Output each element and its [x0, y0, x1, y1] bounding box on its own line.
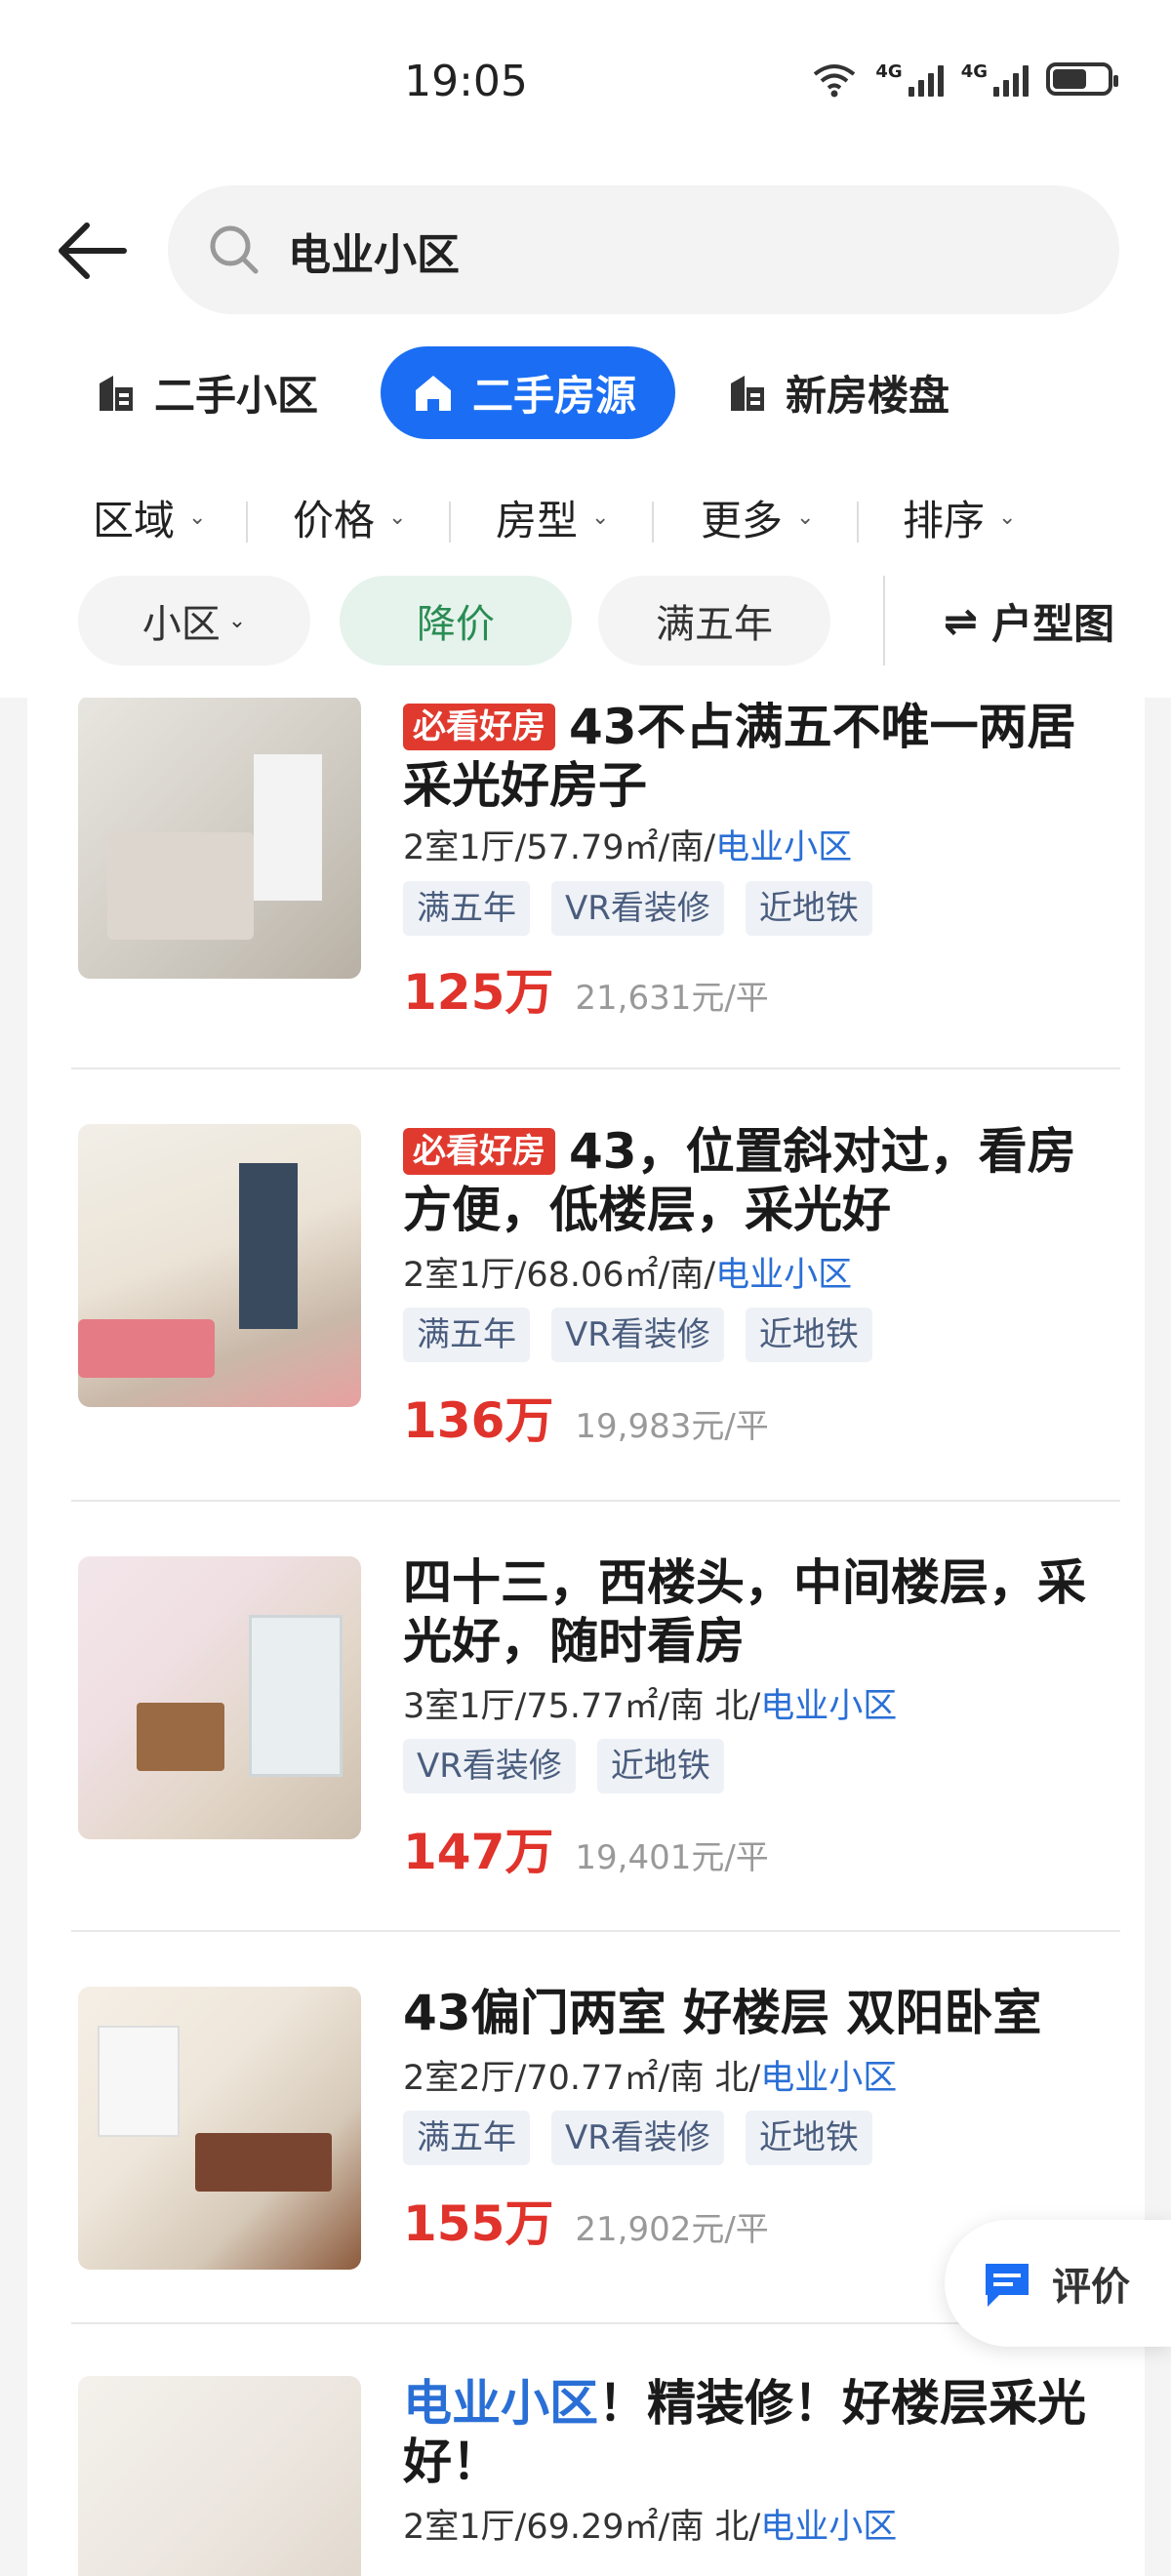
listing-price: 136万 19,983元/平: [403, 1382, 769, 1452]
listing-title: 四十三，西楼头，中间楼层，采光好，随时看房: [403, 1554, 1086, 1670]
signal-icon: 4G: [961, 61, 1029, 97]
unit-price: 21,631元/平: [575, 979, 769, 1018]
chip-xiaoqu[interactable]: 小区 ⌄: [78, 576, 310, 665]
chip-five-years[interactable]: 满五年: [598, 576, 830, 665]
divider: [246, 502, 248, 543]
listing-title: 43偏门两室 好楼层 双阳卧室: [403, 1985, 1042, 2041]
tag: 满五年: [403, 881, 530, 936]
status-bar: 19:05 4G 4G: [0, 0, 1171, 166]
filter-layout[interactable]: 房型 ⌄: [496, 488, 609, 547]
community-link[interactable]: 电业小区: [760, 2508, 897, 2547]
search-bar[interactable]: 电业小区: [168, 185, 1119, 314]
total-price: 136万: [403, 1392, 554, 1449]
floorplan-toggle[interactable]: ⇌ 户型图: [883, 576, 1171, 665]
total-price: 155万: [403, 2195, 554, 2252]
tag: VR看装修: [551, 2111, 724, 2165]
tag: 近地铁: [745, 881, 872, 936]
tag: 近地铁: [745, 2111, 872, 2165]
listing-photo: [78, 1124, 361, 1407]
community-link[interactable]: 电业小区: [760, 1687, 897, 1726]
chip-price-drop[interactable]: 降价: [340, 576, 572, 665]
status-time: 19:05: [404, 57, 528, 106]
tag: 满五年: [403, 1308, 530, 1362]
listing-photo: [78, 2376, 361, 2576]
tag: 近地铁: [745, 1308, 872, 1362]
chevron-down-icon: ⌄: [188, 505, 207, 530]
unit-price: 19,983元/平: [575, 1407, 769, 1446]
community-link[interactable]: 电业小区: [760, 2059, 897, 2098]
filter-more[interactable]: 更多 ⌄: [701, 488, 814, 547]
battery-icon: [1046, 62, 1118, 96]
listing-photo: [78, 1987, 361, 2270]
tab-xinfang-loupan[interactable]: 新房楼盘: [727, 346, 949, 439]
badge-must-see: 必看好房: [403, 704, 555, 750]
chevron-down-icon: ⌄: [998, 505, 1017, 530]
listing-title: 必看好房 43不占满五不唯一两居采光好房子: [403, 699, 1076, 814]
back-arrow-icon[interactable]: [54, 217, 132, 285]
total-price: 147万: [403, 1824, 554, 1880]
listing-price: 125万 21,631元/平: [403, 953, 769, 1024]
tab-label: 新房楼盘: [786, 372, 950, 420]
tab-ershou-xiaoqu[interactable]: 二手小区: [96, 346, 318, 439]
listing-tags: 满五年 VR看装修 近地铁: [403, 1308, 872, 1362]
review-button[interactable]: 评价: [945, 2220, 1171, 2347]
listing-photo: [78, 1556, 361, 1839]
tag: 近地铁: [596, 1739, 724, 1793]
tag: VR看装修: [403, 1739, 576, 1793]
filter-bar: 区域 ⌄ 价格 ⌄ 房型 ⌄ 更多 ⌄ 排序 ⌄: [0, 488, 1171, 556]
listing-tags: 满五年 VR看装修 近地铁: [403, 2111, 872, 2165]
divider: [857, 502, 859, 543]
listing-meta: 2室1厅/57.79㎡/南/电业小区: [403, 828, 853, 867]
listing-meta: 2室1厅/69.29㎡/南 北/电业小区: [403, 2508, 898, 2547]
chevron-down-icon: ⌄: [227, 608, 247, 633]
filter-sort[interactable]: 排序 ⌄: [903, 488, 1016, 547]
status-icons: 4G 4G: [811, 60, 1118, 98]
listing-tags: 满五年 VR看装修 近地铁: [403, 881, 872, 936]
unit-price: 19,401元/平: [575, 1838, 769, 1877]
badge-must-see: 必看好房: [403, 1128, 555, 1175]
building-icon: [100, 375, 133, 411]
search-icon: [210, 225, 259, 274]
listing-title: 必看好房 43，位置斜对过，看房方便，低楼层，采光好: [403, 1123, 1076, 1238]
building-icon: [731, 375, 764, 411]
listing-title: 电业小区！精装修！好楼层采光好！: [403, 2375, 1086, 2490]
tag: VR看装修: [551, 1308, 724, 1362]
tag: 满五年: [403, 2111, 530, 2165]
house-icon: [416, 375, 451, 411]
header-panel: 19:05 4G 4G 电业小区 二手小区 二手房源 新房楼盘 区域 ⌄ 价格 …: [0, 0, 1171, 698]
listing-photo: [78, 698, 361, 979]
total-price: 125万: [403, 964, 554, 1021]
signal-icon: 4G: [875, 61, 944, 97]
unit-price: 21,902元/平: [575, 2210, 769, 2249]
comment-icon: [986, 2264, 1029, 2307]
divider: [71, 1067, 1120, 1069]
listing-price: 147万 19,401元/平: [403, 1813, 769, 1883]
search-query[interactable]: 电业小区: [288, 220, 460, 282]
tab-label: 二手小区: [154, 372, 319, 420]
filter-region[interactable]: 区域 ⌄: [93, 488, 206, 547]
divider: [71, 1930, 1120, 1932]
community-link[interactable]: 电业小区: [715, 1256, 852, 1295]
tab-label: 二手房源: [472, 372, 637, 420]
chevron-down-icon: ⌄: [591, 505, 610, 530]
listing-price: 155万 21,902元/平: [403, 2185, 769, 2255]
divider: [652, 502, 654, 543]
quick-filter-chips: 小区 ⌄ 降价 满五年 ⇌ 户型图: [0, 576, 1171, 673]
wifi-icon: [814, 64, 856, 98]
listing-meta: 2室2厅/70.77㎡/南 北/电业小区: [403, 2059, 898, 2098]
filter-price[interactable]: 价格 ⌄: [293, 488, 406, 547]
divider: [449, 502, 451, 543]
listing-meta: 2室1厅/68.06㎡/南/电业小区: [403, 1256, 853, 1295]
listing-meta: 3室1厅/75.77㎡/南 北/电业小区: [403, 1687, 898, 1726]
swap-icon: ⇌: [943, 596, 979, 645]
chevron-down-icon: ⌄: [388, 505, 407, 530]
tag: VR看装修: [551, 881, 724, 936]
listing-tags: VR看装修 近地铁: [403, 1739, 724, 1793]
divider: [71, 1500, 1120, 1502]
tab-ershou-fangyuan[interactable]: 二手房源: [381, 346, 676, 439]
community-link[interactable]: 电业小区: [715, 828, 852, 867]
chevron-down-icon: ⌄: [796, 505, 815, 530]
